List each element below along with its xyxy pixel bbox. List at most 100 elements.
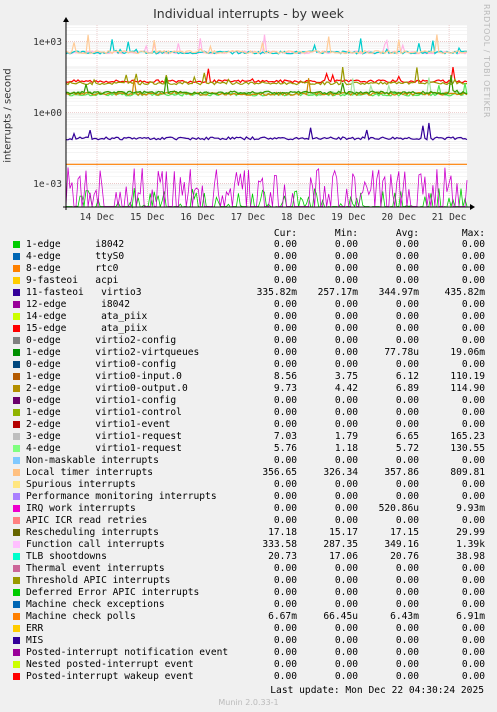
legend-max-value: 0.00 xyxy=(461,311,485,322)
legend-avg-value: 0.00 xyxy=(395,299,419,310)
legend-cur-value: 0.00 xyxy=(273,575,297,586)
legend-cur-value: 5.76 xyxy=(273,443,297,454)
legend-label: 8-edge rtc0 xyxy=(26,263,119,274)
legend-min-value: 0.00 xyxy=(334,563,358,574)
legend-row: Nested posted-interrupt event 0.00 0.00 0.0… xyxy=(0,659,497,671)
legend-swatch xyxy=(13,589,20,596)
legend-swatch xyxy=(13,661,20,668)
legend-cur-value: 0.00 xyxy=(273,647,297,658)
legend-avg-value: 357.86 xyxy=(384,467,419,478)
legend-row: 2-edge virtio1-event 0.00 0.00 0.00 0.00 xyxy=(0,419,497,431)
legend-avg-value: 0.00 xyxy=(395,479,419,490)
y-tick-label: 1e+03 xyxy=(33,37,62,48)
legend-cur-value: 0.00 xyxy=(273,347,297,358)
legend-max-value: 0.00 xyxy=(461,275,485,286)
legend-min-value: 0.00 xyxy=(334,311,358,322)
legend-swatch xyxy=(13,349,20,356)
legend-cur-value: 0.00 xyxy=(273,563,297,574)
legend-label: TLB shootdowns xyxy=(26,551,107,562)
legend-cur-value: 0.00 xyxy=(273,299,297,310)
legend-min-value: 0.00 xyxy=(334,407,358,418)
legend-label: Thermal event interrupts xyxy=(26,563,165,574)
legend-avg-value: 0.00 xyxy=(395,359,419,370)
legend-swatch xyxy=(13,505,20,512)
legend-cur-value: 0.00 xyxy=(273,407,297,418)
legend-label: 1-edge virtio0-input.0 xyxy=(26,371,182,382)
legend-row: 0-edge virtio2-config 0.00 0.00 0.00 0.00 xyxy=(0,335,497,347)
legend-avg-value: 0.00 xyxy=(395,563,419,574)
legend-avg-value: 520.86u xyxy=(378,503,419,514)
legend-label: Machine check exceptions xyxy=(26,599,165,610)
legend-cur-value: 0.00 xyxy=(273,395,297,406)
legend-min-value: 1.18 xyxy=(334,443,358,454)
legend-row: Local timer interrupts 356.65 326.34 357.86… xyxy=(0,467,497,479)
legend-min-value: 0.00 xyxy=(334,671,358,682)
x-tick-label: 19 Dec xyxy=(331,212,366,223)
legend-row: 4-edge virtio1-request 5.76 1.18 5.72 130.55 xyxy=(0,443,497,455)
legend-min-value: 0.00 xyxy=(334,659,358,670)
legend-cur-value: 0.00 xyxy=(273,479,297,490)
legend-avg-value: 6.65 xyxy=(395,431,419,442)
legend-swatch xyxy=(13,565,20,572)
legend-row: TLB shootdowns 20.73 17.06 20.76 38.98 xyxy=(0,551,497,563)
legend-cur-value: 356.65 xyxy=(262,467,297,478)
legend-swatch xyxy=(13,577,20,584)
legend-label: 4-edge virtio1-request xyxy=(26,443,182,454)
legend-max-value: 9.93m xyxy=(456,503,485,514)
legend-swatch xyxy=(13,373,20,380)
legend-row: Spurious interrupts 0.00 0.00 0.00 0.00 xyxy=(0,479,497,491)
legend-avg-value: 0.00 xyxy=(395,515,419,526)
legend-max-value: 0.00 xyxy=(461,599,485,610)
legend-min-value: 0.00 xyxy=(334,359,358,370)
legend-label: 0-edge virtio2-config xyxy=(26,335,177,346)
legend-min-value: 0.00 xyxy=(334,419,358,430)
legend-label: 14-edge ata_piix xyxy=(26,311,148,322)
legend-avg-value: 0.00 xyxy=(395,575,419,586)
legend-label: Nested posted-interrupt event xyxy=(26,659,194,670)
legend-cur-value: 0.00 xyxy=(273,263,297,274)
legend-label: Local timer interrupts xyxy=(26,467,154,478)
legend-avg-value: 344.97m xyxy=(378,287,419,298)
legend-max-value: 0.00 xyxy=(461,407,485,418)
legend-avg-value: 0.00 xyxy=(395,311,419,322)
legend-row: Threshold APIC interrupts 0.00 0.00 0.00 0.0… xyxy=(0,575,497,587)
legend-max-value: 19.06m xyxy=(450,347,485,358)
legend-label: Non-maskable interrupts xyxy=(26,455,159,466)
legend-min-value: 0.00 xyxy=(334,647,358,658)
legend-min-value: 0.00 xyxy=(334,251,358,262)
legend-avg-value: 0.00 xyxy=(395,455,419,466)
legend-min-value: 3.75 xyxy=(334,371,358,382)
legend-avg-value: 0.00 xyxy=(395,239,419,250)
legend-avg-value: 5.72 xyxy=(395,443,419,454)
legend-swatch xyxy=(13,289,20,296)
legend-swatch xyxy=(13,517,20,524)
legend-swatch xyxy=(13,241,20,248)
legend-row: Machine check exceptions 0.00 0.00 0.00 0.00 xyxy=(0,599,497,611)
legend-cur-value: 0.00 xyxy=(273,455,297,466)
legend-max-value: 0.00 xyxy=(461,587,485,598)
legend-max-value: 0.00 xyxy=(461,635,485,646)
legend-label: 4-edge ttyS0 xyxy=(26,251,125,262)
legend-max-value: 435.82m xyxy=(444,287,485,298)
legend-row: MIS 0.00 0.00 0.00 0.00 xyxy=(0,635,497,647)
legend-label: 2-edge virtio0-output.0 xyxy=(26,383,188,394)
legend-label: 0-edge virtio1-config xyxy=(26,395,177,406)
legend-row: 1-edge virtio1-control 0.00 0.00 0.00 0.00 xyxy=(0,407,497,419)
legend-cur-value: 6.67m xyxy=(268,611,297,622)
legend-max-value: 165.23 xyxy=(450,431,485,442)
legend-swatch xyxy=(13,493,20,500)
legend-row: 12-edge i8042 0.00 0.00 0.00 0.00 xyxy=(0,299,497,311)
legend-max-value: 0.00 xyxy=(461,299,485,310)
legend-min-value: 0.00 xyxy=(334,503,358,514)
footer-version: Munin 2.0.33-1 xyxy=(218,698,279,707)
legend-min-value: 0.00 xyxy=(334,395,358,406)
legend-max-value: 0.00 xyxy=(461,659,485,670)
legend-avg-value: 0.00 xyxy=(395,647,419,658)
legend-max-value: 0.00 xyxy=(461,563,485,574)
legend-avg-value: 0.00 xyxy=(395,635,419,646)
legend-max-value: 29.99 xyxy=(456,527,485,538)
legend-row: Deferred Error APIC interrupts 0.00 0.00 0.… xyxy=(0,587,497,599)
legend-row: 2-edge virtio0-output.0 9.73 4.42 6.89 114.9… xyxy=(0,383,497,395)
legend-row: 3-edge virtio1-request 7.03 1.79 6.65 165.23 xyxy=(0,431,497,443)
legend-label: Posted-interrupt notification event xyxy=(26,647,229,658)
